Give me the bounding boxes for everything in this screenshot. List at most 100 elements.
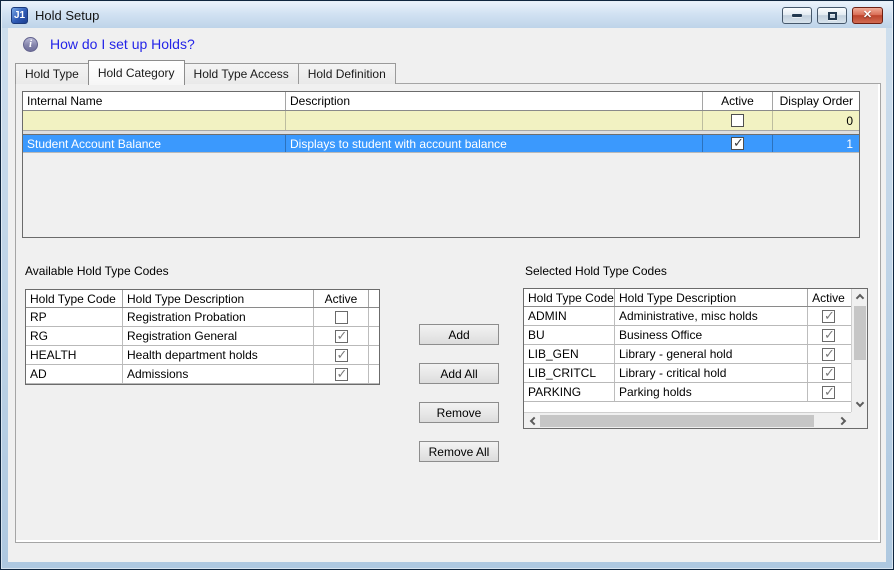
filler-cell [369, 327, 377, 345]
active-checkbox[interactable] [731, 114, 744, 127]
help-row: i How do I set up Holds? [23, 34, 195, 54]
scroll-right-button[interactable] [835, 413, 851, 428]
available-row-ad[interactable]: AD Admissions [26, 365, 379, 384]
grid-header-row: Hold Type Code Hold Type Description Act… [524, 289, 851, 307]
hold-category-grid: Internal Name Description Active Display… [22, 91, 860, 238]
selected-row-parking[interactable]: PARKING Parking holds [524, 383, 851, 402]
j1-app-icon: J1 [11, 7, 28, 24]
column-header-filler [369, 290, 377, 307]
tab-hold-category[interactable]: Hold Category [88, 60, 185, 85]
description-cell: Admissions [123, 365, 314, 383]
add-button[interactable]: Add [419, 324, 499, 345]
column-header-active[interactable]: Active [314, 290, 369, 307]
description-cell: Business Office [615, 326, 808, 344]
titlebar[interactable]: J1 Hold Setup ✕ [2, 2, 892, 28]
chevron-right-icon [837, 416, 845, 424]
horizontal-scrollbar[interactable] [524, 412, 851, 428]
column-header-description[interactable]: Description [286, 92, 703, 110]
available-row-rp[interactable]: RP Registration Probation [26, 308, 379, 327]
internal-name-cell: Student Account Balance [23, 135, 286, 152]
close-icon: ✕ [863, 10, 872, 21]
active-cell [314, 346, 369, 364]
grid-row-student-account-balance[interactable]: Student Account Balance Displays to stud… [23, 135, 859, 153]
window-controls: ✕ [782, 7, 883, 24]
active-checkbox[interactable] [335, 368, 348, 381]
active-cell [808, 383, 849, 401]
code-cell: RG [26, 327, 123, 345]
active-checkbox[interactable] [822, 348, 835, 361]
active-checkbox[interactable] [335, 311, 348, 324]
chevron-left-icon [529, 416, 537, 424]
vertical-scrollbar[interactable] [851, 289, 867, 412]
horizontal-scroll-thumb[interactable] [540, 415, 814, 427]
remove-all-button[interactable]: Remove All [419, 441, 499, 462]
display-order-cell: 1 [773, 135, 857, 152]
selected-row-bu[interactable]: BU Business Office [524, 326, 851, 345]
scroll-down-button[interactable] [852, 397, 867, 412]
tab-hold-definition[interactable]: Hold Definition [298, 63, 396, 84]
active-cell [703, 111, 773, 130]
description-cell: Registration General [123, 327, 314, 345]
column-header-active[interactable]: Active [703, 92, 773, 110]
minimize-icon [792, 14, 802, 17]
selected-row-lib-critcl[interactable]: LIB_CRITCL Library - critical hold [524, 364, 851, 383]
column-header-hold-type-code[interactable]: Hold Type Code [26, 290, 123, 307]
active-checkbox[interactable] [335, 349, 348, 362]
code-cell: ADMIN [524, 307, 615, 325]
code-cell: RP [26, 308, 123, 326]
column-header-hold-type-description[interactable]: Hold Type Description [615, 289, 808, 306]
filler-cell [369, 346, 377, 364]
minimize-button[interactable] [782, 7, 812, 24]
remove-button[interactable]: Remove [419, 402, 499, 423]
description-input[interactable] [286, 111, 703, 130]
internal-name-input[interactable] [23, 111, 286, 130]
description-cell: Displays to student with account balance [286, 135, 703, 152]
tab-hold-type[interactable]: Hold Type [15, 63, 89, 84]
active-cell [808, 326, 849, 344]
active-cell [703, 135, 773, 152]
column-header-hold-type-code[interactable]: Hold Type Code [524, 289, 615, 306]
chevron-up-icon [855, 294, 863, 302]
hold-category-tab-panel: Internal Name Description Active Display… [15, 83, 881, 543]
column-header-active[interactable]: Active [808, 289, 849, 306]
active-cell [808, 345, 849, 363]
client-area: i How do I set up Holds? Hold Type Hold … [8, 28, 886, 562]
description-cell: Library - general hold [615, 345, 808, 363]
vertical-scroll-thumb[interactable] [854, 306, 866, 360]
column-header-hold-type-description[interactable]: Hold Type Description [123, 290, 314, 307]
description-cell: Library - critical hold [615, 364, 808, 382]
active-checkbox[interactable] [822, 386, 835, 399]
close-button[interactable]: ✕ [852, 7, 883, 24]
info-icon: i [23, 37, 38, 52]
column-header-internal-name[interactable]: Internal Name [23, 92, 286, 110]
tab-hold-type-access[interactable]: Hold Type Access [184, 63, 299, 84]
active-checkbox[interactable] [335, 330, 348, 343]
scroll-left-button[interactable] [524, 413, 540, 428]
description-cell: Parking holds [615, 383, 808, 401]
available-codes-label: Available Hold Type Codes [25, 264, 169, 278]
grid-header-row: Internal Name Description Active Display… [23, 92, 859, 111]
active-checkbox[interactable] [822, 367, 835, 380]
available-row-health[interactable]: HEALTH Health department holds [26, 346, 379, 365]
active-cell [314, 365, 369, 383]
help-link[interactable]: How do I set up Holds? [50, 36, 195, 52]
window-title: Hold Setup [35, 8, 99, 23]
active-checkbox[interactable] [822, 310, 835, 323]
selected-row-lib-gen[interactable]: LIB_GEN Library - general hold [524, 345, 851, 364]
active-checkbox[interactable] [731, 137, 744, 150]
code-cell: PARKING [524, 383, 615, 401]
add-all-button[interactable]: Add All [419, 363, 499, 384]
selected-hold-type-codes-grid: Hold Type Code Hold Type Description Act… [523, 288, 868, 429]
new-entry-row[interactable]: 0 [23, 111, 859, 130]
selected-row-admin[interactable]: ADMIN Administrative, misc holds [524, 307, 851, 326]
scroll-up-button[interactable] [852, 289, 867, 304]
maximize-button[interactable] [817, 7, 847, 24]
available-row-rg[interactable]: RG Registration General [26, 327, 379, 346]
selected-codes-label: Selected Hold Type Codes [525, 264, 667, 278]
active-checkbox[interactable] [822, 329, 835, 342]
hold-setup-window: J1 Hold Setup ✕ i How do I set up Holds?… [0, 0, 894, 570]
code-cell: BU [524, 326, 615, 344]
filler-cell [369, 308, 377, 326]
column-header-display-order[interactable]: Display Order [773, 92, 857, 110]
display-order-input[interactable]: 0 [773, 111, 857, 130]
